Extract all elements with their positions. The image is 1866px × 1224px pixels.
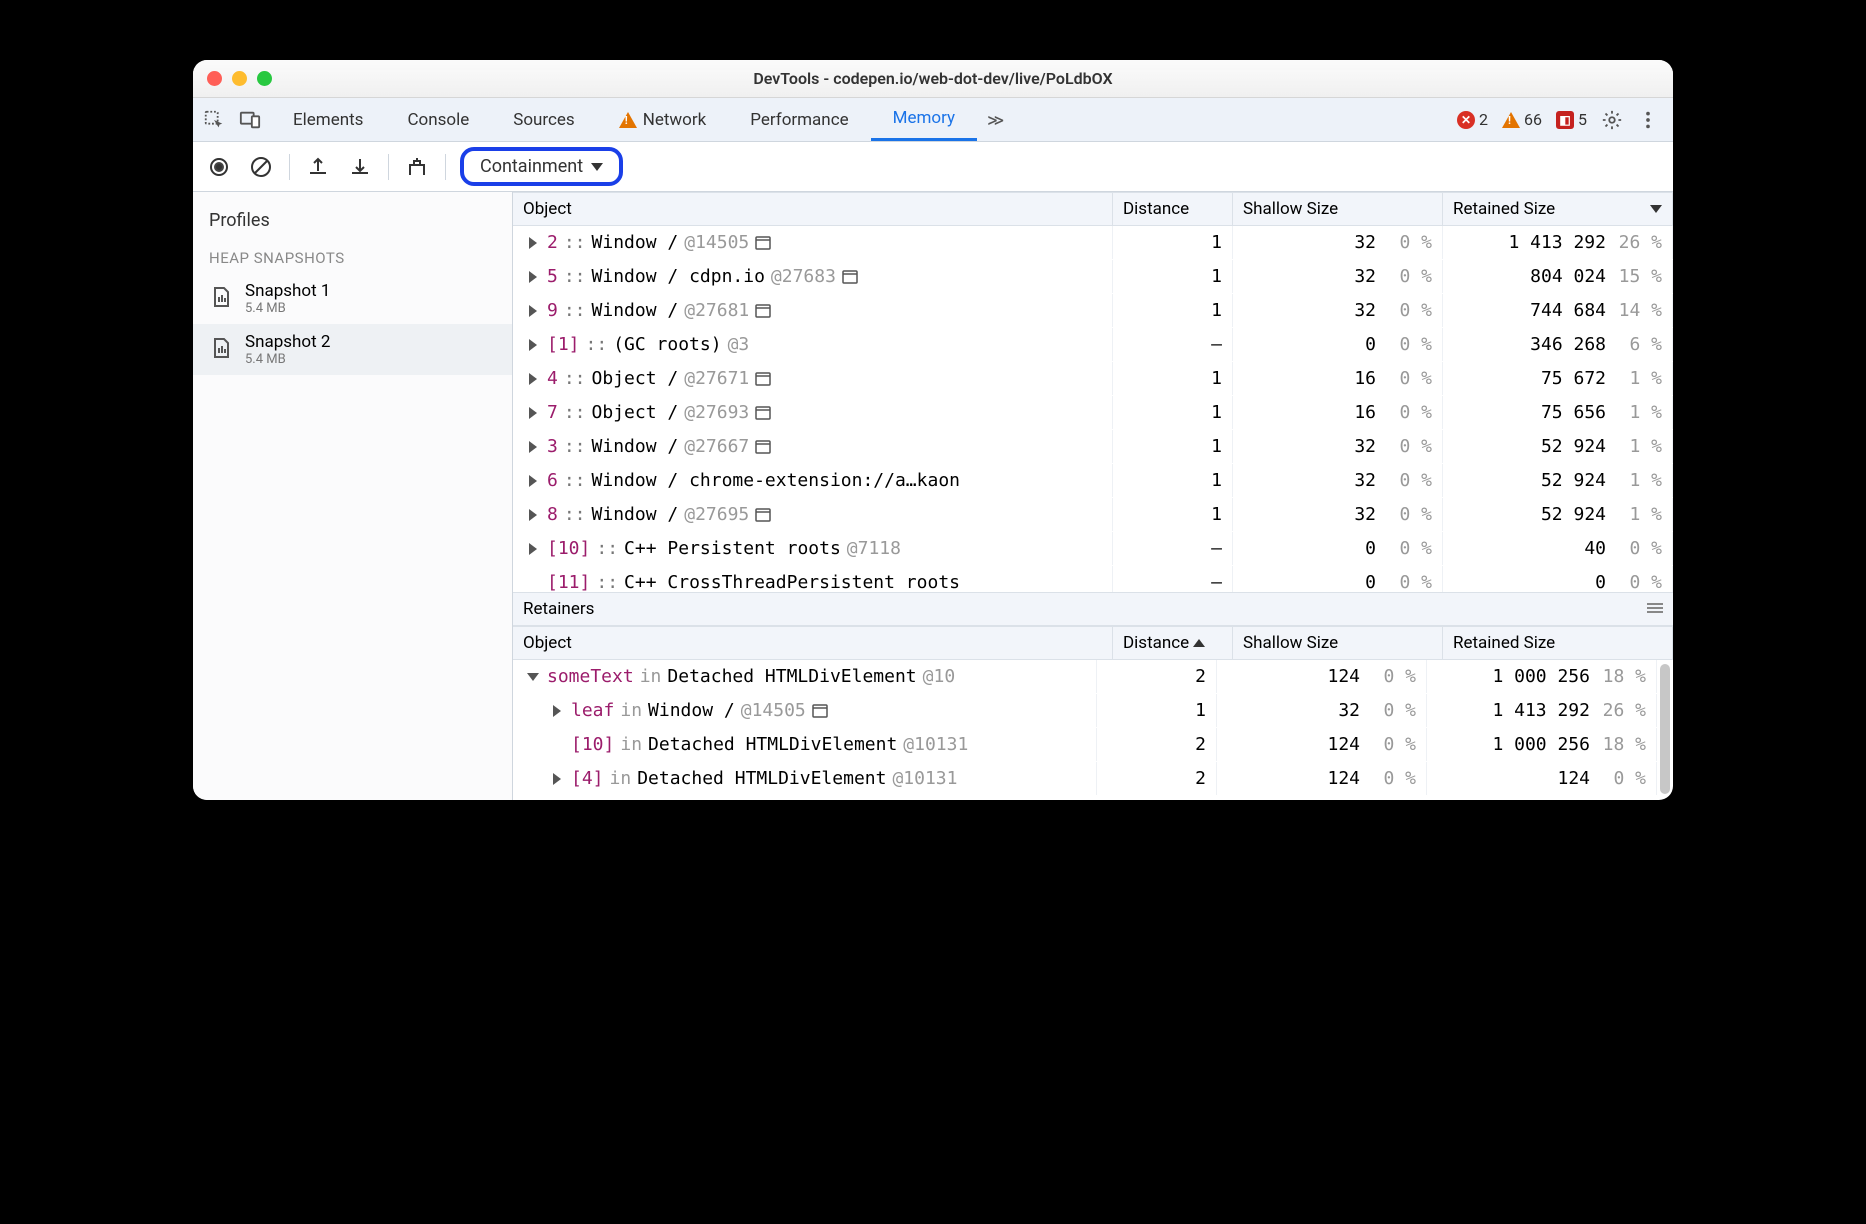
retainers-column-object[interactable]: Object xyxy=(513,627,1113,659)
error-icon: ✕ xyxy=(1457,111,1475,129)
chevron-down-icon xyxy=(591,163,603,171)
detached-window-icon xyxy=(755,508,771,522)
table-row[interactable]: someText in Detached HTMLDivElement @10 … xyxy=(513,660,1657,694)
tabs-overflow-button[interactable]: >> xyxy=(977,98,1010,141)
warning-icon xyxy=(1502,112,1520,128)
retainers-column-distance[interactable]: Distance xyxy=(1113,627,1233,659)
expander-icon[interactable] xyxy=(529,407,537,419)
table-row[interactable]: 3 :: Window / @27667 1 320 % 52 9241 % xyxy=(513,430,1673,464)
expander-icon[interactable] xyxy=(529,339,537,351)
sidebar-section-heading: HEAP SNAPSHOTS xyxy=(193,241,512,273)
table-row[interactable]: 7 :: Object / @27693 1 160 % 75 6561 % xyxy=(513,396,1673,430)
collect-garbage-button[interactable] xyxy=(403,153,431,181)
objects-table-body[interactable]: 2 :: Window / @14505 1 320 % 1 413 29226… xyxy=(513,226,1673,592)
warning-count-badge[interactable]: 66 xyxy=(1502,110,1542,129)
table-row[interactable]: 4 :: Object / @27671 1 160 % 75 6721 % xyxy=(513,362,1673,396)
column-shallow-size[interactable]: Shallow Size xyxy=(1233,193,1443,225)
table-row[interactable]: [4] in Detached HTMLDivElement @10131 2 … xyxy=(513,762,1657,796)
issues-count-badge[interactable]: ◧ 5 xyxy=(1556,110,1587,129)
objects-table-header: Object Distance Shallow Size Retained Si… xyxy=(513,192,1673,226)
expander-icon[interactable] xyxy=(527,673,539,681)
memory-toolbar: Containment xyxy=(193,142,1673,192)
inspect-element-icon[interactable] xyxy=(203,109,225,131)
snapshot-item[interactable]: Snapshot 2 5.4 MB xyxy=(193,324,512,375)
expander-icon[interactable] xyxy=(529,373,537,385)
tab-elements[interactable]: Elements xyxy=(271,98,385,141)
table-row[interactable]: [1] :: (GC roots) @3 – 00 % 346 2686 % xyxy=(513,328,1673,362)
issues-icon: ◧ xyxy=(1556,111,1574,129)
expander-icon[interactable] xyxy=(529,237,537,249)
heap-snapshot-icon xyxy=(209,285,233,313)
column-retained-size[interactable]: Retained Size xyxy=(1443,193,1673,225)
table-row[interactable]: 6 :: Window / chrome-extension://a…kaon … xyxy=(513,464,1673,498)
retainers-table-body[interactable]: someText in Detached HTMLDivElement @10 … xyxy=(513,660,1657,800)
expander-icon[interactable] xyxy=(529,475,537,487)
detached-window-icon xyxy=(755,406,771,420)
detached-window-icon xyxy=(842,270,858,284)
detached-window-icon xyxy=(755,372,771,386)
detached-window-icon xyxy=(812,704,828,718)
expander-icon[interactable] xyxy=(529,441,537,453)
heap-snapshot-icon xyxy=(209,336,233,364)
detached-window-icon xyxy=(755,440,771,454)
load-profile-button[interactable] xyxy=(304,153,332,181)
error-count-badge[interactable]: ✕ 2 xyxy=(1457,110,1488,129)
tab-memory[interactable]: Memory xyxy=(871,98,977,141)
title-bar: DevTools - codepen.io/web-dot-dev/live/P… xyxy=(193,60,1673,98)
retainers-column-shallow[interactable]: Shallow Size xyxy=(1233,627,1443,659)
warning-icon xyxy=(619,112,637,128)
clear-button[interactable] xyxy=(247,153,275,181)
column-object[interactable]: Object xyxy=(513,193,1113,225)
retainers-scrollbar[interactable] xyxy=(1657,660,1673,800)
detached-window-icon xyxy=(755,236,771,250)
column-distance[interactable]: Distance xyxy=(1113,193,1233,225)
tab-performance[interactable]: Performance xyxy=(728,98,870,141)
expander-icon[interactable] xyxy=(529,509,537,521)
table-row[interactable]: [10] in Detached HTMLDivElement @10131 2… xyxy=(513,728,1657,762)
expander-icon[interactable] xyxy=(553,773,561,785)
table-row[interactable]: leaf in Window / @14505 1 320 % 1 413 29… xyxy=(513,694,1657,728)
save-profile-button[interactable] xyxy=(346,153,374,181)
table-row[interactable]: [11] :: C++ CrossThreadPersistent roots … xyxy=(513,566,1673,592)
device-toolbar-icon[interactable] xyxy=(239,109,261,131)
table-row[interactable]: [10] :: C++ Persistent roots @7118 – 00 … xyxy=(513,532,1673,566)
expander-icon[interactable] xyxy=(529,305,537,317)
sidebar-title: Profiles xyxy=(193,200,512,241)
record-button[interactable] xyxy=(205,153,233,181)
detached-window-icon xyxy=(755,304,771,318)
retainers-column-retained[interactable]: Retained Size xyxy=(1443,627,1673,659)
retainers-table-header: Object Distance Shallow Size Retained Si… xyxy=(513,626,1673,660)
table-row[interactable]: 2 :: Window / @14505 1 320 % 1 413 29226… xyxy=(513,226,1673,260)
profiles-sidebar: Profiles HEAP SNAPSHOTS Snapshot 1 5.4 M… xyxy=(193,192,513,800)
retainers-section-header[interactable]: Retainers xyxy=(513,592,1673,626)
sort-asc-icon xyxy=(1193,639,1205,647)
retainers-menu-icon[interactable] xyxy=(1647,599,1663,619)
window-title: DevTools - codepen.io/web-dot-dev/live/P… xyxy=(193,69,1673,88)
sort-desc-icon xyxy=(1650,205,1662,213)
panel-tabs-bar: ElementsConsoleSourcesNetworkPerformance… xyxy=(193,98,1673,142)
tab-sources[interactable]: Sources xyxy=(491,98,596,141)
table-row[interactable]: 5 :: Window / cdpn.io @27683 1 320 % 804… xyxy=(513,260,1673,294)
devtools-window: DevTools - codepen.io/web-dot-dev/live/P… xyxy=(193,60,1673,800)
more-options-icon[interactable] xyxy=(1637,109,1659,131)
settings-icon[interactable] xyxy=(1601,109,1623,131)
tab-console[interactable]: Console xyxy=(385,98,491,141)
tab-network[interactable]: Network xyxy=(597,98,729,141)
expander-icon[interactable] xyxy=(529,543,537,555)
expander-icon[interactable] xyxy=(529,271,537,283)
perspective-dropdown-label: Containment xyxy=(480,156,583,177)
snapshot-item[interactable]: Snapshot 1 5.4 MB xyxy=(193,273,512,324)
table-row[interactable]: 8 :: Window / @27695 1 320 % 52 9241 % xyxy=(513,498,1673,532)
expander-icon[interactable] xyxy=(553,705,561,717)
perspective-dropdown[interactable]: Containment xyxy=(460,147,623,186)
table-row[interactable]: 9 :: Window / @27681 1 320 % 744 68414 % xyxy=(513,294,1673,328)
